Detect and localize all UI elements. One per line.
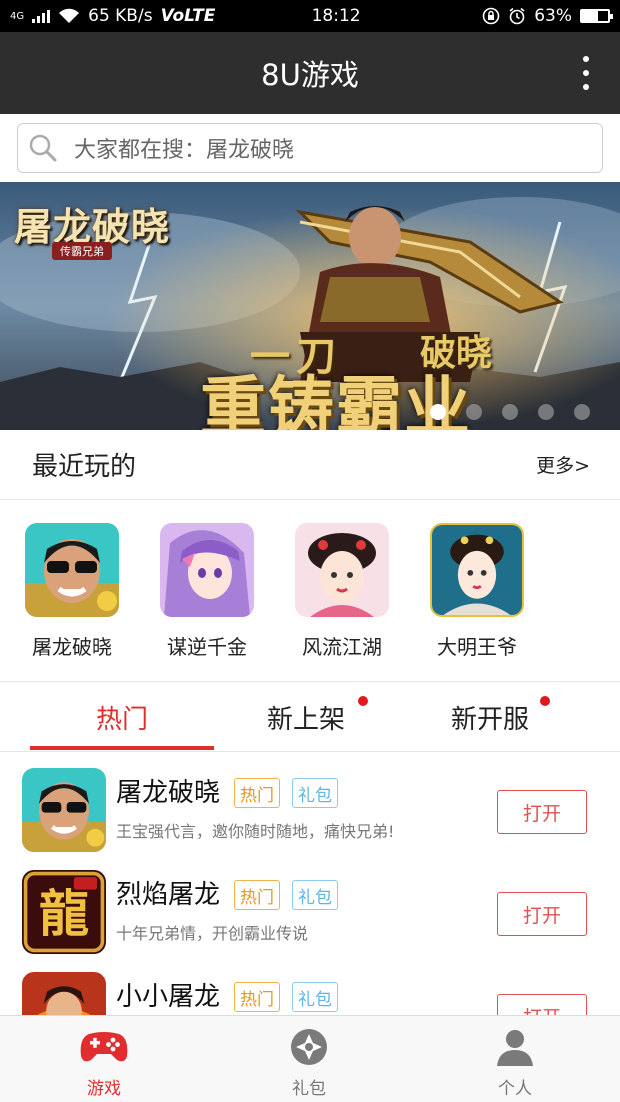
open-button[interactable]: 打开 (497, 892, 587, 936)
battery-percent: 63% (534, 6, 572, 26)
nav-games[interactable]: 游戏 (44, 1028, 164, 1099)
recent-heading: 最近玩的 (32, 452, 137, 482)
nav-label: 个人 (498, 1079, 532, 1099)
nav-profile[interactable]: 个人 (455, 1028, 575, 1099)
status-right: 63% (482, 6, 613, 26)
app-title: 8U游戏 (261, 58, 359, 92)
carousel-dot[interactable] (466, 404, 482, 420)
tab-active-indicator (30, 746, 214, 750)
game-list-item[interactable]: 屠龙破晓 热门 礼包 王宝强代言，邀你随时随地，痛快兄弟! 打开 (0, 754, 620, 856)
recent-more-link[interactable]: 更多> (536, 451, 590, 478)
hot-tag: 热门 (234, 982, 280, 1012)
search-section: 大家都在搜：屠龙破晓 (0, 114, 620, 182)
status-bar: 4G 65 KB/s VoLTE 18:12 63% (0, 0, 620, 32)
game-name: 屠龙破晓 (116, 778, 221, 808)
search-input[interactable]: 大家都在搜：屠龙破晓 (17, 123, 603, 173)
recent-game-item[interactable]: 谋逆千金 (152, 523, 262, 660)
open-button[interactable]: 打开 (497, 790, 587, 834)
recent-games: 屠龙破晓 谋逆千金 风流江湖 大明王爷 (0, 501, 620, 681)
hot-tag: 热门 (234, 778, 280, 808)
gamepad-icon (80, 1032, 128, 1062)
game-icon (25, 523, 119, 617)
recent-game-name: 风流江湖 (302, 635, 382, 659)
game-description: 十年兄弟情，开创霸业传说 (116, 924, 309, 943)
status-time: 18:12 (311, 6, 361, 26)
nav-label: 游戏 (87, 1079, 121, 1099)
game-name: 小小屠龙 (116, 982, 221, 1012)
carousel-dot[interactable] (574, 404, 590, 420)
app-bar: 8U游戏 (0, 32, 620, 114)
carousel-indicator[interactable] (430, 404, 590, 420)
promo-banner[interactable]: 屠龙破晓 传霸兄弟 一刀 破晓 重铸霸业 (0, 182, 620, 430)
game-icon: 龍 (22, 870, 106, 954)
gift-tag: 礼包 (292, 880, 338, 910)
gift-tag: 礼包 (292, 778, 338, 808)
recent-game-item[interactable]: 大明王爷 (422, 523, 532, 660)
tab-new-arrivals[interactable]: 新上架 (214, 682, 398, 752)
recent-game-item[interactable]: 风流江湖 (287, 523, 397, 660)
carousel-dot[interactable] (430, 404, 446, 420)
game-icon (160, 523, 254, 617)
svg-text:龍: 龍 (39, 884, 89, 943)
recent-game-item[interactable]: 屠龙破晓 (17, 523, 127, 660)
new-badge-dot (540, 696, 550, 706)
gift-tag: 礼包 (292, 982, 338, 1012)
recent-game-name: 大明王爷 (437, 635, 517, 659)
volte-indicator: VoLTE (160, 6, 216, 26)
bottom-nav: 游戏 礼包 个人 (0, 1015, 620, 1102)
banner-logo-subtitle: 传霸兄弟 (52, 242, 112, 260)
nav-label: 礼包 (292, 1079, 326, 1099)
rotation-lock-icon (482, 7, 500, 25)
wifi-icon (59, 8, 80, 23)
carousel-dot[interactable] (538, 404, 554, 420)
tab-new-servers[interactable]: 新开服 (398, 682, 582, 752)
tab-label: 新开服 (450, 704, 529, 735)
search-icon (29, 134, 57, 162)
game-icon (430, 523, 524, 617)
search-placeholder: 大家都在搜：屠龙破晓 (74, 138, 295, 163)
recent-game-name: 谋逆千金 (167, 635, 247, 659)
more-vert-icon[interactable] (582, 56, 590, 90)
game-description: 王宝强代言，邀你随时随地，痛快兄弟! (116, 822, 395, 841)
game-icon (295, 523, 389, 617)
gift-icon (291, 1029, 327, 1065)
tab-label: 新上架 (266, 704, 345, 735)
signal-icon (32, 9, 51, 23)
game-list-item[interactable]: 龍 烈焰屠龙 热门 礼包 十年兄弟情，开创霸业传说 打开 (0, 856, 620, 958)
tab-hot[interactable]: 热门 (30, 682, 214, 752)
recent-header: 最近玩的 更多> (0, 430, 620, 500)
alarm-icon (509, 7, 525, 25)
game-icon (22, 768, 106, 852)
network-type: 4G (10, 10, 25, 22)
game-name: 烈焰屠龙 (116, 880, 221, 910)
carousel-dot[interactable] (502, 404, 518, 420)
new-badge-dot (358, 696, 368, 706)
category-tabs: 热门 新上架 新开服 (0, 682, 620, 752)
status-left: 4G 65 KB/s VoLTE (10, 6, 250, 26)
hot-tag: 热门 (234, 880, 280, 910)
tab-label: 热门 (95, 704, 148, 735)
person-icon (497, 1030, 533, 1066)
nav-gifts[interactable]: 礼包 (249, 1028, 369, 1099)
recent-game-name: 屠龙破晓 (32, 635, 112, 659)
network-speed: 65 KB/s (88, 6, 153, 26)
battery-icon (580, 9, 613, 23)
